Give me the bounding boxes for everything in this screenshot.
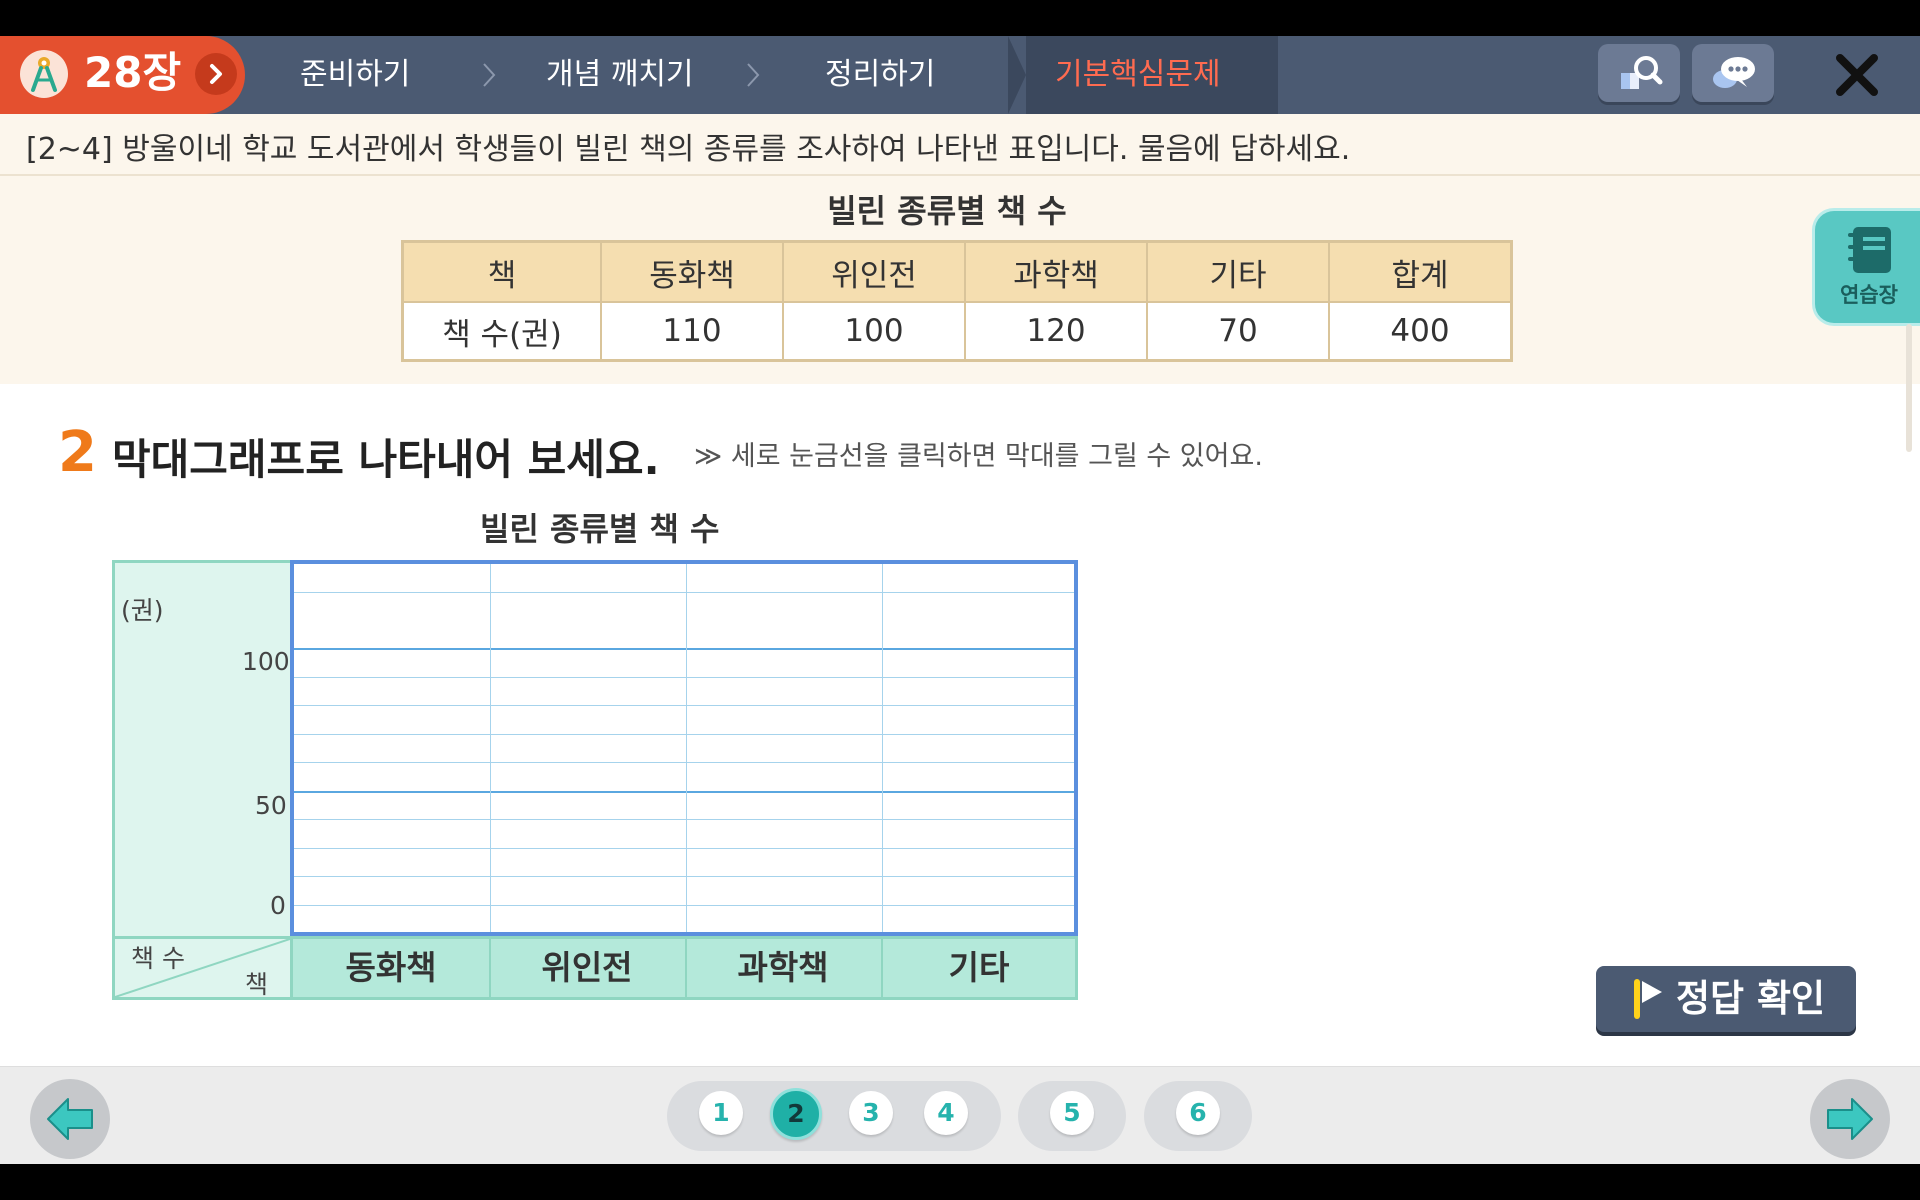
table-cell: 100 xyxy=(782,301,966,362)
y-tick-label: 100 xyxy=(242,647,290,676)
grid-line-major xyxy=(294,648,1074,650)
table-header-cell: 기타 xyxy=(1146,240,1330,303)
chat-button[interactable] xyxy=(1692,44,1774,102)
y-tick-label: 0 xyxy=(270,891,286,920)
table-row-label: 책 수(권) xyxy=(401,301,602,362)
x-category-label: 기타 xyxy=(948,948,1010,987)
y-axis-panel: (권) 100 50 0 xyxy=(112,560,290,936)
page-button-4[interactable]: 4 xyxy=(924,1091,968,1135)
app-window: 28장 준비하기 개념 깨치기 정리하기 기본핵심문제 [2~4] 방울이네 학… xyxy=(0,36,1920,1165)
axis-corner: 책 수 책 xyxy=(115,939,293,999)
question-panel: [2~4] 방울이네 학교 도서관에서 학생들이 빌린 책의 종류를 조사하여 … xyxy=(0,114,1920,452)
grid-line xyxy=(294,677,1074,678)
check-answer-label: 정답 확인 xyxy=(1676,977,1826,1020)
problem-text: 막대그래프로 나타내어 보세요. xyxy=(112,435,660,484)
hint-text: 세로 눈금선을 클릭하면 막대를 그릴 수 있어요. xyxy=(730,441,1263,472)
compass-icon xyxy=(20,50,68,98)
hint: ≫ 세로 눈금선을 클릭하면 막대를 그릴 수 있어요. xyxy=(694,434,1263,473)
flag-icon xyxy=(1634,979,1662,1019)
memo-label: 연습장 xyxy=(1840,283,1898,307)
table-header-cell: 위인전 xyxy=(782,240,966,303)
y-axis-unit: (권) xyxy=(121,596,164,625)
grid-line xyxy=(294,819,1074,820)
table-header-cell: 책 xyxy=(401,240,602,303)
bottom-bar xyxy=(0,1164,1920,1200)
nav-summary[interactable]: 정리하기 xyxy=(825,36,935,114)
nav-concept[interactable]: 개념 깨치기 xyxy=(546,36,694,114)
scrollbar[interactable] xyxy=(1906,324,1912,452)
question-text: [2~4] 방울이네 학교 도서관에서 학생들이 빌린 책의 종류를 조사하여 … xyxy=(26,132,1351,167)
divider xyxy=(0,174,1920,176)
bottom-navigation: 1 2 3 4 5 6 xyxy=(0,1066,1920,1165)
x-axis-row: 책 수 책 동화책 위인전 과학책 기타 xyxy=(112,936,1078,1000)
page-button-5[interactable]: 5 xyxy=(1050,1091,1094,1135)
arrow-left-icon xyxy=(47,1098,93,1140)
table-header-cell: 동화책 xyxy=(600,240,784,303)
book-search-button[interactable] xyxy=(1598,44,1680,102)
page-button-6[interactable]: 6 xyxy=(1176,1091,1220,1135)
page-button-3[interactable]: 3 xyxy=(849,1091,893,1135)
chevron-right-icon[interactable] xyxy=(195,53,237,95)
x-category-label: 과학책 xyxy=(685,939,883,997)
nav-active-notch xyxy=(1008,36,1026,114)
grid-line xyxy=(294,762,1074,763)
chapter-badge[interactable]: 28장 xyxy=(0,36,245,114)
table-cell: 110 xyxy=(600,301,784,362)
x-category-label: 위인전 xyxy=(489,939,687,997)
corner-top-label: 책 수 xyxy=(131,944,185,973)
table-title: 빌린 종류별 책 수 xyxy=(827,192,1067,230)
bar-column-line[interactable] xyxy=(490,564,491,932)
bar-graph-grid[interactable] xyxy=(290,560,1078,936)
page-button-2[interactable]: 2 xyxy=(770,1088,822,1140)
grid-line xyxy=(294,705,1074,706)
book-search-icon xyxy=(1621,56,1663,89)
top-bar xyxy=(0,0,1920,36)
bar-column-line[interactable] xyxy=(882,564,883,932)
graph-title: 빌린 종류별 책 수 xyxy=(480,510,720,548)
table-cell: 70 xyxy=(1146,301,1330,362)
notebook-icon xyxy=(1848,227,1891,273)
nav-core-problems[interactable]: 기본핵심문제 xyxy=(1055,36,1221,114)
table-cell: 400 xyxy=(1328,301,1513,362)
table-header-row: 책 동화책 위인전 과학책 기타 합계 xyxy=(401,240,1513,303)
table-header-cell: 합계 xyxy=(1328,240,1513,303)
header-bar: 28장 준비하기 개념 깨치기 정리하기 기본핵심문제 xyxy=(0,36,1920,114)
nav-separator-icon xyxy=(747,63,760,87)
check-answer-button[interactable]: 정답 확인 xyxy=(1596,966,1856,1032)
table-row: 책 수(권) 110 100 120 70 400 xyxy=(401,301,1513,362)
hint-marker: ≫ xyxy=(694,441,723,472)
nav-prepare[interactable]: 준비하기 xyxy=(300,36,410,114)
grid-line-major xyxy=(294,791,1074,793)
table-cell: 120 xyxy=(964,301,1148,362)
grid-line xyxy=(294,734,1074,735)
chapter-number: 28장 xyxy=(84,48,182,97)
arrow-right-icon xyxy=(1827,1098,1873,1140)
data-table: 책 동화책 위인전 과학책 기타 합계 책 수(권) 110 100 120 7… xyxy=(401,240,1513,362)
y-tick-label: 50 xyxy=(255,791,287,820)
prev-button[interactable] xyxy=(30,1079,110,1159)
corner-bottom-label: 책 xyxy=(245,970,269,999)
table-header-cell: 과학책 xyxy=(964,240,1148,303)
grid-line xyxy=(294,876,1074,877)
memo-pad-button[interactable]: 연습장 xyxy=(1812,208,1920,326)
nav-separator-icon xyxy=(483,63,496,87)
next-button[interactable] xyxy=(1810,1079,1890,1159)
grid-line xyxy=(294,592,1074,593)
bar-column-line[interactable] xyxy=(686,564,687,932)
problem-number: 2 xyxy=(58,420,97,485)
grid-line xyxy=(294,905,1074,906)
x-category-label: 동화책 xyxy=(293,939,491,997)
close-icon[interactable] xyxy=(1832,50,1882,100)
chat-bubble-icon xyxy=(1713,57,1755,88)
page-button-1[interactable]: 1 xyxy=(699,1091,743,1135)
grid-line xyxy=(294,848,1074,849)
